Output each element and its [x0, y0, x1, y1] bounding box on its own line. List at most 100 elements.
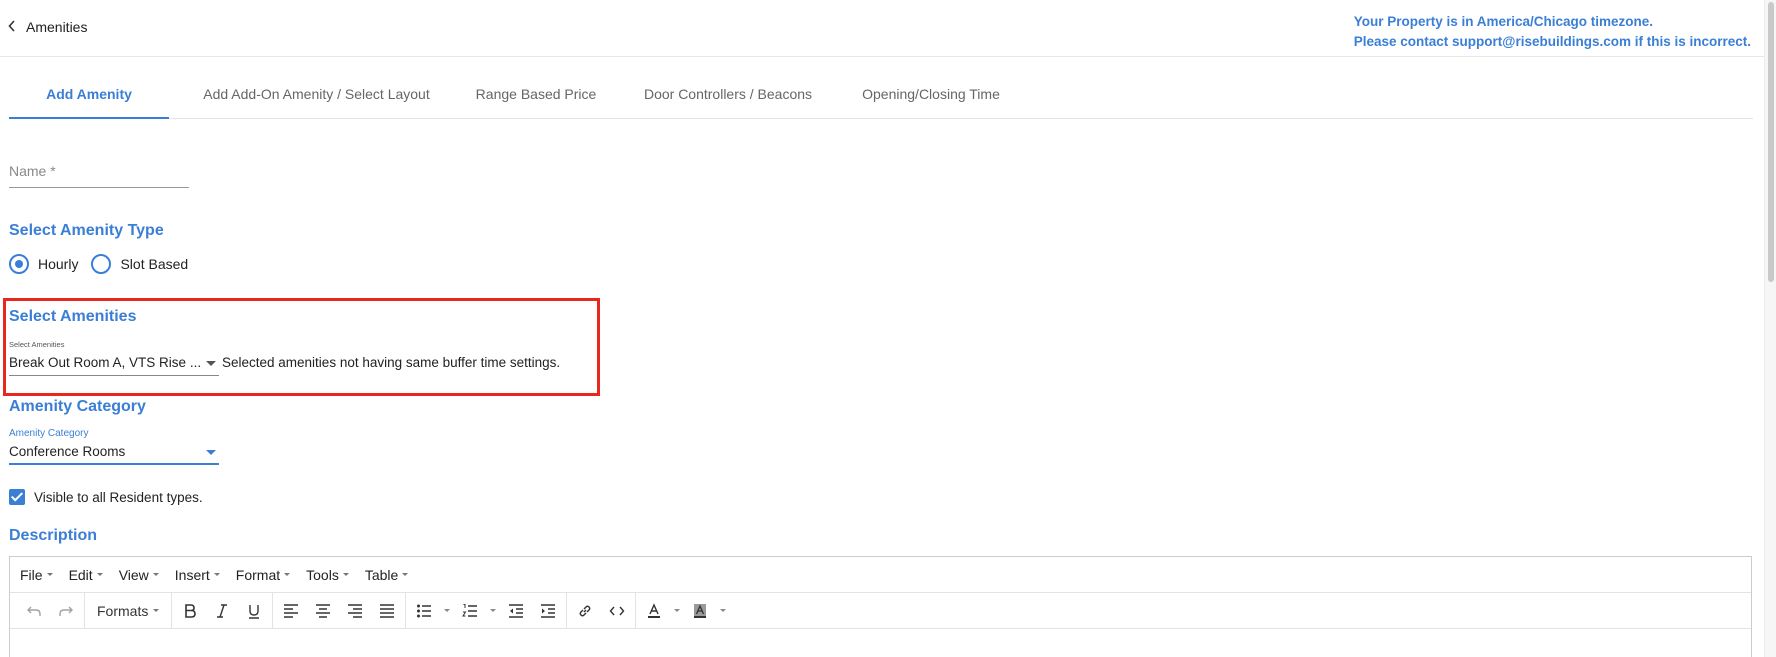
radio-slot-based-label: Slot Based	[120, 256, 189, 272]
bold-icon	[185, 603, 197, 618]
menu-format-label: Format	[235, 566, 281, 583]
visible-checkbox-row[interactable]: Visible to all Resident types.	[9, 489, 203, 505]
italic-button[interactable]	[206, 593, 238, 629]
chevron-down-icon	[153, 609, 160, 612]
toolbar-divider	[84, 592, 85, 629]
chevron-down-icon	[444, 609, 451, 612]
underline-button[interactable]	[238, 593, 270, 629]
menu-tools[interactable]: Tools	[306, 567, 349, 583]
undo-icon	[27, 606, 41, 616]
menu-table[interactable]: Table	[365, 567, 409, 583]
redo-button[interactable]	[50, 593, 82, 629]
rich-text-editor: File Edit View Insert Format Tools Table…	[9, 556, 1752, 657]
toolbar-divider	[566, 592, 568, 629]
text-color-options[interactable]	[670, 593, 684, 629]
source-code-button[interactable]	[601, 593, 633, 629]
formats-dropdown[interactable]: Formats	[87, 593, 169, 629]
bold-button[interactable]	[174, 593, 206, 629]
category-value: Conference Rooms	[9, 444, 126, 459]
numbered-list-button[interactable]	[454, 593, 486, 629]
align-center-button[interactable]	[307, 593, 339, 629]
chevron-down-icon	[46, 573, 53, 576]
bullet-list-icon	[417, 604, 432, 617]
redo-icon	[59, 606, 73, 616]
text-color-icon	[648, 602, 661, 618]
select-amenities-dropdown[interactable]: Break Out Room A, VTS Rise ...	[9, 352, 219, 376]
chevron-down-icon	[342, 573, 349, 576]
toolbar-divider	[171, 592, 173, 629]
menu-insert-label: Insert	[174, 566, 210, 583]
amenity-type-radio-group: Hourly Slot Based	[9, 254, 201, 274]
chevron-down-icon	[674, 609, 681, 612]
italic-icon	[217, 603, 228, 618]
outdent-button[interactable]	[500, 593, 532, 629]
buffer-warning: Selected amenities not having same buffe…	[222, 355, 561, 370]
menu-view-label: View	[118, 566, 149, 583]
numbered-list-split	[454, 593, 500, 629]
tab-door-controllers[interactable]: Door Controllers / Beacons	[625, 76, 831, 119]
align-justify-icon	[380, 603, 395, 618]
background-color-options[interactable]	[716, 593, 730, 629]
editor-toolbar: Formats	[10, 592, 1751, 629]
back-link-label: Amenities	[26, 19, 88, 35]
menu-view[interactable]: View	[119, 567, 159, 583]
background-color-split	[684, 593, 730, 629]
bullet-list-options[interactable]	[440, 593, 454, 629]
chevron-down-icon	[720, 609, 727, 612]
menu-file[interactable]: File	[20, 567, 53, 583]
menu-insert[interactable]: Insert	[175, 567, 220, 583]
top-bar: Amenities Your Property is in America/Ch…	[0, 0, 1776, 57]
align-left-icon	[284, 603, 299, 618]
background-color-button[interactable]	[684, 593, 716, 629]
amenity-type-title: Select Amenity Type	[9, 222, 164, 239]
radio-slot-based[interactable]: Slot Based	[91, 254, 188, 274]
caret-down-icon	[206, 361, 216, 366]
back-link[interactable]: Amenities	[8, 19, 87, 35]
chevron-down-icon	[490, 609, 497, 612]
select-amenities-title: Select Amenities	[9, 308, 137, 325]
align-left-button[interactable]	[275, 593, 307, 629]
radio-hourly[interactable]: Hourly	[9, 254, 78, 274]
radio-unchecked-icon	[91, 254, 112, 274]
numbered-list-icon	[462, 603, 478, 617]
link-icon	[579, 605, 591, 616]
align-right-icon	[348, 603, 363, 618]
undo-button[interactable]	[18, 593, 50, 629]
bullet-list-button[interactable]	[408, 593, 440, 629]
chevron-down-icon	[213, 573, 220, 576]
indent-icon	[541, 603, 556, 618]
formats-label: Formats	[97, 602, 149, 619]
align-center-icon	[316, 603, 331, 618]
text-color-split	[638, 593, 684, 629]
menu-edit-label: Edit	[68, 566, 93, 583]
menu-edit[interactable]: Edit	[69, 567, 103, 583]
text-color-button[interactable]	[638, 593, 670, 629]
align-right-button[interactable]	[339, 593, 371, 629]
category-label: Amenity Category	[9, 428, 89, 439]
tab-range-based-price[interactable]: Range Based Price	[461, 76, 611, 119]
scrollbar-thumb[interactable]	[1768, 2, 1774, 282]
category-dropdown[interactable]: Conference Rooms	[9, 441, 219, 465]
select-amenities-value: Break Out Room A, VTS Rise ...	[9, 355, 202, 370]
indent-button[interactable]	[532, 593, 564, 629]
page-scrollbar[interactable]	[1764, 0, 1776, 657]
tab-opening-closing-time[interactable]: Opening/Closing Time	[847, 76, 1015, 119]
chevron-left-icon	[8, 19, 18, 35]
toolbar-divider	[635, 592, 637, 629]
caret-down-icon	[206, 450, 216, 455]
name-field	[9, 163, 189, 188]
tab-add-on-amenity[interactable]: Add Add-On Amenity / Select Layout	[189, 76, 444, 119]
align-justify-button[interactable]	[371, 593, 403, 629]
tab-bar: Add Amenity Add Add-On Amenity / Select …	[9, 76, 1753, 119]
name-input[interactable]	[9, 163, 189, 179]
visible-checkbox-label: Visible to all Resident types.	[34, 489, 203, 505]
checkbox-checked-icon[interactable]	[9, 489, 25, 505]
toolbar-divider	[272, 592, 274, 629]
numbered-list-options[interactable]	[486, 593, 500, 629]
menu-format[interactable]: Format	[235, 566, 291, 583]
editor-menubar: File Edit View Insert Format Tools Table	[10, 557, 1751, 593]
insert-link-button[interactable]	[569, 593, 601, 629]
radio-hourly-label: Hourly	[38, 256, 79, 272]
radio-checked-icon	[9, 254, 29, 274]
tab-add-amenity[interactable]: Add Amenity	[9, 76, 169, 119]
